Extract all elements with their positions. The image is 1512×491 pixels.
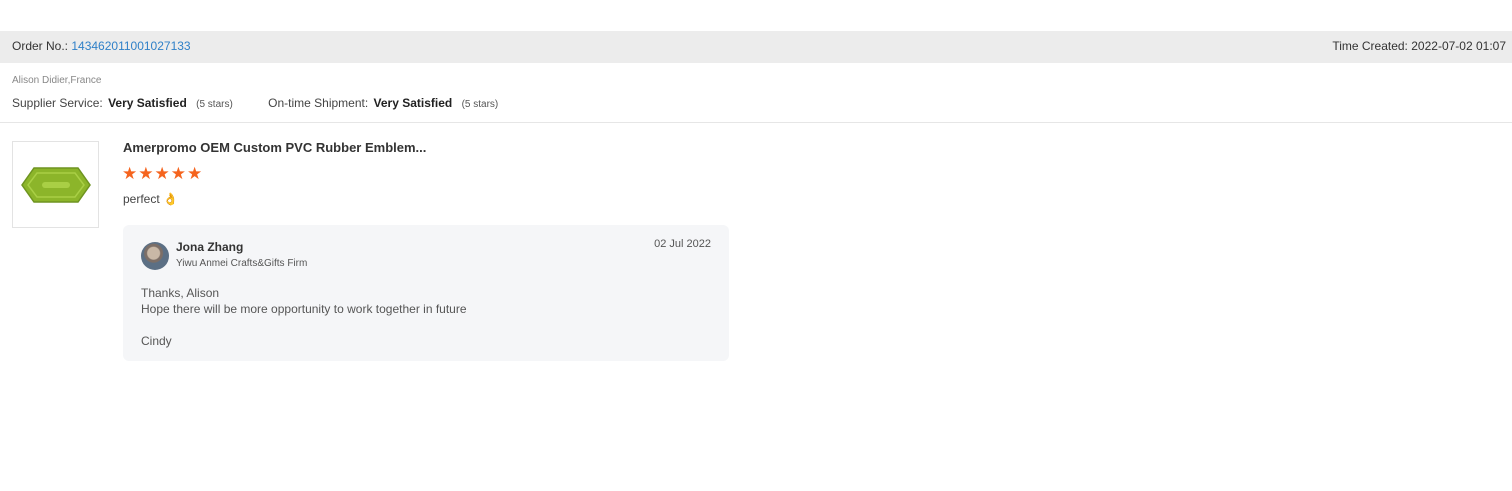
rating-value: Very Satisfied <box>373 96 453 110</box>
supplier-service-rating: Supplier Service: Very Satisfied (5 star… <box>12 96 233 110</box>
rating-note: (5 stars) <box>461 99 499 110</box>
reply-line: Thanks, Alison <box>141 286 220 300</box>
time-created-value: 2022-07-02 01:07 <box>1411 39 1506 53</box>
time-created-label: Time Created: <box>1332 39 1408 53</box>
green-rubber-emblem-icon <box>20 166 91 203</box>
replier-name: Jona Zhang <box>176 240 244 254</box>
buyer-name-location: Alison Didier,France <box>12 75 102 86</box>
service-ratings: Supplier Service: Very Satisfied (5 star… <box>12 96 530 110</box>
review-text: perfect <box>123 192 160 206</box>
supplier-reply-box: Jona Zhang Yiwu Anmei Crafts&Gifts Firm … <box>123 225 729 361</box>
order-number-field: Order No.: 143462011001027133 <box>12 39 191 53</box>
reply-signature: Cindy <box>141 334 172 348</box>
ok-hand-icon: 👌 <box>163 192 178 206</box>
order-number-link[interactable]: 143462011001027133 <box>71 39 190 53</box>
rating-value: Very Satisfied <box>108 96 187 110</box>
buyer-review: perfect 👌 <box>123 192 178 206</box>
reply-line: Hope there will be more opportunity to w… <box>141 302 467 316</box>
rating-label: Supplier Service: <box>12 96 103 110</box>
on-time-shipment-rating: On-time Shipment: Very Satisfied (5 star… <box>268 96 498 110</box>
reply-message: Thanks, Alison Hope there will be more o… <box>141 285 467 349</box>
order-number-label: Order No.: <box>12 39 69 53</box>
rating-label: On-time Shipment: <box>268 96 369 110</box>
star-rating: ★★★★★ <box>122 164 204 183</box>
section-divider <box>0 122 1512 123</box>
order-header-bar: Order No.: 143462011001027133 Time Creat… <box>0 31 1512 63</box>
rating-note: (5 stars) <box>196 99 233 110</box>
product-thumbnail[interactable] <box>12 141 99 228</box>
reply-date: 02 Jul 2022 <box>654 238 711 250</box>
avatar <box>141 242 169 270</box>
replier-company: Yiwu Anmei Crafts&Gifts Firm <box>176 258 308 269</box>
time-created: Time Created: 2022-07-02 01:07 <box>1332 39 1506 53</box>
product-title[interactable]: Amerpromo OEM Custom PVC Rubber Emblem..… <box>123 140 426 155</box>
